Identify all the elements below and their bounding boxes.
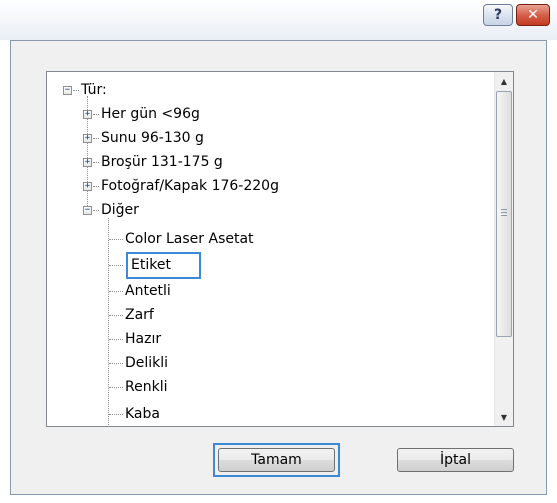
grip-line [501,212,507,213]
tree-line [109,414,123,415]
grip-line [501,209,507,210]
tree-line [108,218,109,426]
tree-item[interactable]: Fotoğraf/Kapak 176-220g [101,175,279,197]
collapse-icon[interactable]: − [83,206,92,215]
tree-line [93,210,99,211]
help-icon: ? [493,7,503,23]
tree-child-selected[interactable]: Etiket [131,254,171,276]
tree-line [73,90,79,91]
tree-line [109,339,123,340]
ok-button[interactable]: Tamam [218,448,335,472]
tree-line [93,138,99,139]
close-icon: ✕ [527,7,539,23]
tree-child[interactable]: Antetli [125,280,171,302]
help-button[interactable]: ? [483,4,513,26]
expand-icon[interactable]: + [83,158,92,167]
scroll-down-icon[interactable]: ▼ [495,408,513,426]
tree-line [93,186,99,187]
tree-line [93,162,99,163]
title-bar: ? ✕ [0,0,557,40]
tree-item[interactable]: Sunu 96-130 g [101,127,204,149]
grip-line [501,215,507,216]
tree-child[interactable]: Zarf [125,304,154,326]
scroll-up-icon[interactable]: ▲ [495,72,513,90]
scrollbar-thumb[interactable] [496,91,512,337]
media-type-tree[interactable]: − Tür: + Her gün <96g + Sunu 96-130 g + … [46,71,514,427]
tree-line [109,239,123,240]
expand-icon[interactable]: + [83,110,92,119]
tree-child[interactable]: Hazır [125,328,161,350]
expand-icon[interactable]: + [83,182,92,191]
tree-item[interactable]: Her gün <96g [101,103,200,125]
tree-item[interactable]: Broşür 131-175 g [101,151,223,173]
tree-child[interactable]: Delikli [125,352,168,374]
tree-child[interactable]: Kaba [125,403,160,425]
tree-item[interactable]: Diğer [101,199,139,221]
tree-child[interactable]: Renkli [125,376,167,398]
tree-line [109,315,123,316]
tree-line [109,291,123,292]
collapse-icon[interactable]: − [63,86,72,95]
tree-line [109,265,123,266]
tree-line [109,363,123,364]
tree-line [109,387,123,388]
cancel-button[interactable]: İptal [397,448,514,472]
vertical-scrollbar[interactable]: ▲ ▼ [494,72,513,426]
tree-line [93,114,99,115]
tree-child[interactable]: Color Laser Asetat [125,228,254,250]
tree-content: − Tür: + Her gün <96g + Sunu 96-130 g + … [47,72,494,426]
expand-icon[interactable]: + [83,134,92,143]
close-button[interactable]: ✕ [516,4,550,26]
tree-root[interactable]: Tür: [81,79,107,101]
